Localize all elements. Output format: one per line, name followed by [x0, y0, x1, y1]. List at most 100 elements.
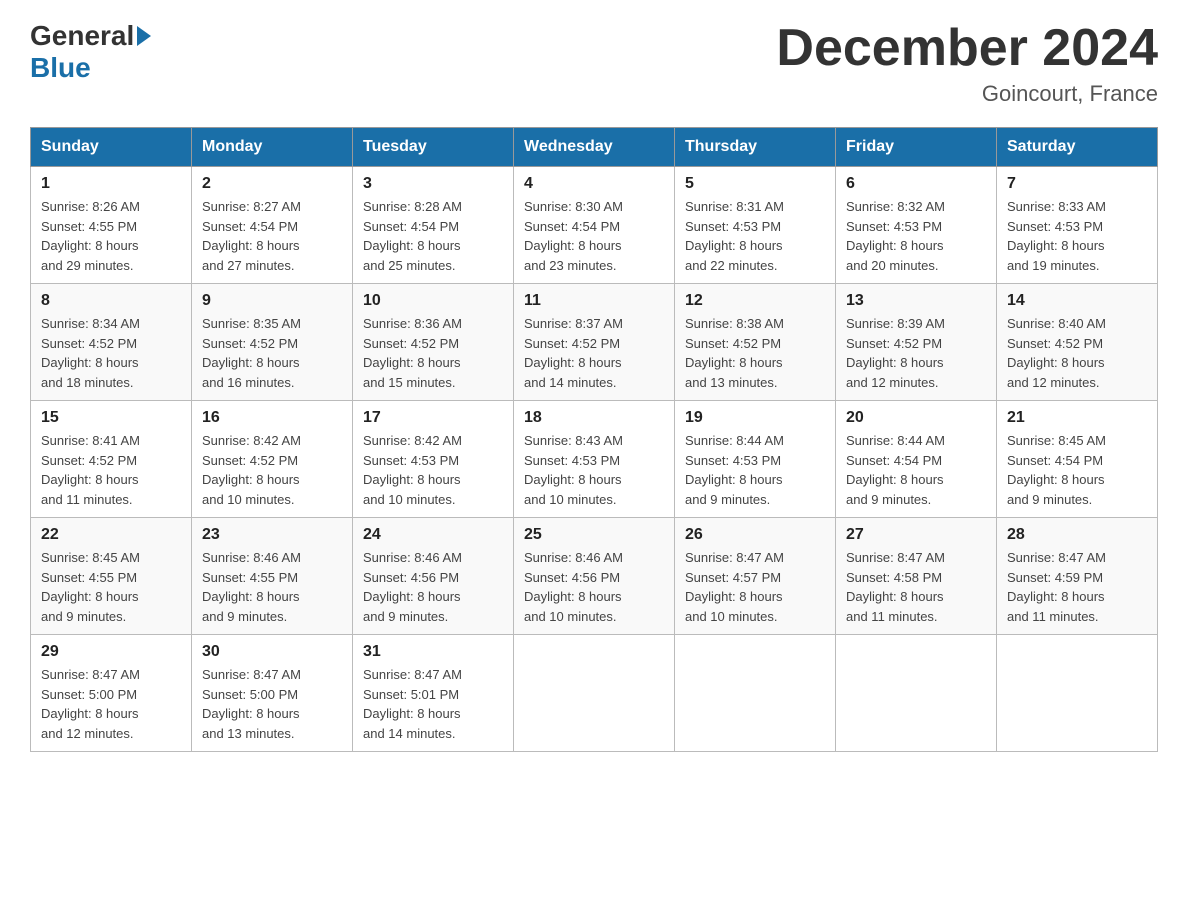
calendar-cell: 31 Sunrise: 8:47 AM Sunset: 5:01 PM Dayl… — [353, 635, 514, 752]
day-info: Sunrise: 8:45 AM Sunset: 4:54 PM Dayligh… — [1007, 431, 1147, 509]
calendar-cell: 11 Sunrise: 8:37 AM Sunset: 4:52 PM Dayl… — [514, 284, 675, 401]
logo-arrow-icon — [137, 26, 151, 46]
calendar-cell: 13 Sunrise: 8:39 AM Sunset: 4:52 PM Dayl… — [836, 284, 997, 401]
day-number: 16 — [202, 409, 342, 427]
day-info: Sunrise: 8:47 AM Sunset: 4:59 PM Dayligh… — [1007, 548, 1147, 626]
day-info: Sunrise: 8:47 AM Sunset: 5:00 PM Dayligh… — [41, 665, 181, 743]
day-info: Sunrise: 8:42 AM Sunset: 4:52 PM Dayligh… — [202, 431, 342, 509]
day-number: 13 — [846, 292, 986, 310]
calendar-header-row: Sunday Monday Tuesday Wednesday Thursday… — [31, 128, 1158, 167]
calendar-cell: 26 Sunrise: 8:47 AM Sunset: 4:57 PM Dayl… — [675, 518, 836, 635]
calendar-cell: 27 Sunrise: 8:47 AM Sunset: 4:58 PM Dayl… — [836, 518, 997, 635]
logo-text: General — [30, 20, 154, 52]
calendar-cell: 1 Sunrise: 8:26 AM Sunset: 4:55 PM Dayli… — [31, 167, 192, 284]
day-number: 27 — [846, 526, 986, 544]
calendar-cell: 9 Sunrise: 8:35 AM Sunset: 4:52 PM Dayli… — [192, 284, 353, 401]
logo-blue-text: Blue — [30, 52, 91, 84]
calendar-table: Sunday Monday Tuesday Wednesday Thursday… — [30, 127, 1158, 752]
day-info: Sunrise: 8:42 AM Sunset: 4:53 PM Dayligh… — [363, 431, 503, 509]
day-number: 19 — [685, 409, 825, 427]
col-thursday: Thursday — [675, 128, 836, 167]
day-info: Sunrise: 8:36 AM Sunset: 4:52 PM Dayligh… — [363, 314, 503, 392]
day-number: 30 — [202, 643, 342, 661]
calendar-cell — [836, 635, 997, 752]
day-number: 24 — [363, 526, 503, 544]
logo-blue: Blue — [30, 52, 91, 83]
day-number: 17 — [363, 409, 503, 427]
day-number: 21 — [1007, 409, 1147, 427]
calendar-cell: 23 Sunrise: 8:46 AM Sunset: 4:55 PM Dayl… — [192, 518, 353, 635]
calendar-cell: 25 Sunrise: 8:46 AM Sunset: 4:56 PM Dayl… — [514, 518, 675, 635]
day-number: 14 — [1007, 292, 1147, 310]
day-number: 12 — [685, 292, 825, 310]
day-info: Sunrise: 8:45 AM Sunset: 4:55 PM Dayligh… — [41, 548, 181, 626]
day-number: 3 — [363, 175, 503, 193]
day-info: Sunrise: 8:47 AM Sunset: 4:57 PM Dayligh… — [685, 548, 825, 626]
day-number: 6 — [846, 175, 986, 193]
location-text: Goincourt, France — [776, 81, 1158, 107]
calendar-cell: 16 Sunrise: 8:42 AM Sunset: 4:52 PM Dayl… — [192, 401, 353, 518]
calendar-cell: 15 Sunrise: 8:41 AM Sunset: 4:52 PM Dayl… — [31, 401, 192, 518]
day-number: 29 — [41, 643, 181, 661]
day-info: Sunrise: 8:44 AM Sunset: 4:53 PM Dayligh… — [685, 431, 825, 509]
calendar-cell: 12 Sunrise: 8:38 AM Sunset: 4:52 PM Dayl… — [675, 284, 836, 401]
calendar-cell: 10 Sunrise: 8:36 AM Sunset: 4:52 PM Dayl… — [353, 284, 514, 401]
calendar-cell: 30 Sunrise: 8:47 AM Sunset: 5:00 PM Dayl… — [192, 635, 353, 752]
calendar-week-row: 8 Sunrise: 8:34 AM Sunset: 4:52 PM Dayli… — [31, 284, 1158, 401]
col-sunday: Sunday — [31, 128, 192, 167]
calendar-week-row: 22 Sunrise: 8:45 AM Sunset: 4:55 PM Dayl… — [31, 518, 1158, 635]
calendar-cell: 24 Sunrise: 8:46 AM Sunset: 4:56 PM Dayl… — [353, 518, 514, 635]
col-wednesday: Wednesday — [514, 128, 675, 167]
day-info: Sunrise: 8:39 AM Sunset: 4:52 PM Dayligh… — [846, 314, 986, 392]
day-info: Sunrise: 8:47 AM Sunset: 5:01 PM Dayligh… — [363, 665, 503, 743]
day-number: 23 — [202, 526, 342, 544]
day-info: Sunrise: 8:37 AM Sunset: 4:52 PM Dayligh… — [524, 314, 664, 392]
calendar-week-row: 29 Sunrise: 8:47 AM Sunset: 5:00 PM Dayl… — [31, 635, 1158, 752]
calendar-week-row: 1 Sunrise: 8:26 AM Sunset: 4:55 PM Dayli… — [31, 167, 1158, 284]
day-info: Sunrise: 8:40 AM Sunset: 4:52 PM Dayligh… — [1007, 314, 1147, 392]
day-info: Sunrise: 8:28 AM Sunset: 4:54 PM Dayligh… — [363, 197, 503, 275]
day-number: 4 — [524, 175, 664, 193]
col-monday: Monday — [192, 128, 353, 167]
page-header: General Blue December 2024 Goincourt, Fr… — [30, 20, 1158, 107]
calendar-cell: 2 Sunrise: 8:27 AM Sunset: 4:54 PM Dayli… — [192, 167, 353, 284]
calendar-cell: 21 Sunrise: 8:45 AM Sunset: 4:54 PM Dayl… — [997, 401, 1158, 518]
logo: General Blue — [30, 20, 154, 84]
calendar-cell: 28 Sunrise: 8:47 AM Sunset: 4:59 PM Dayl… — [997, 518, 1158, 635]
calendar-cell — [997, 635, 1158, 752]
calendar-cell: 19 Sunrise: 8:44 AM Sunset: 4:53 PM Dayl… — [675, 401, 836, 518]
calendar-cell: 29 Sunrise: 8:47 AM Sunset: 5:00 PM Dayl… — [31, 635, 192, 752]
day-info: Sunrise: 8:41 AM Sunset: 4:52 PM Dayligh… — [41, 431, 181, 509]
day-number: 18 — [524, 409, 664, 427]
calendar-cell: 6 Sunrise: 8:32 AM Sunset: 4:53 PM Dayli… — [836, 167, 997, 284]
calendar-cell: 22 Sunrise: 8:45 AM Sunset: 4:55 PM Dayl… — [31, 518, 192, 635]
day-number: 8 — [41, 292, 181, 310]
day-number: 9 — [202, 292, 342, 310]
col-tuesday: Tuesday — [353, 128, 514, 167]
month-title: December 2024 — [776, 20, 1158, 77]
calendar-cell — [675, 635, 836, 752]
day-info: Sunrise: 8:47 AM Sunset: 4:58 PM Dayligh… — [846, 548, 986, 626]
day-number: 26 — [685, 526, 825, 544]
col-saturday: Saturday — [997, 128, 1158, 167]
day-number: 20 — [846, 409, 986, 427]
day-number: 2 — [202, 175, 342, 193]
day-info: Sunrise: 8:46 AM Sunset: 4:55 PM Dayligh… — [202, 548, 342, 626]
day-info: Sunrise: 8:47 AM Sunset: 5:00 PM Dayligh… — [202, 665, 342, 743]
day-number: 15 — [41, 409, 181, 427]
day-info: Sunrise: 8:44 AM Sunset: 4:54 PM Dayligh… — [846, 431, 986, 509]
col-friday: Friday — [836, 128, 997, 167]
calendar-cell: 8 Sunrise: 8:34 AM Sunset: 4:52 PM Dayli… — [31, 284, 192, 401]
calendar-cell: 3 Sunrise: 8:28 AM Sunset: 4:54 PM Dayli… — [353, 167, 514, 284]
calendar-cell: 7 Sunrise: 8:33 AM Sunset: 4:53 PM Dayli… — [997, 167, 1158, 284]
day-info: Sunrise: 8:43 AM Sunset: 4:53 PM Dayligh… — [524, 431, 664, 509]
day-info: Sunrise: 8:32 AM Sunset: 4:53 PM Dayligh… — [846, 197, 986, 275]
calendar-cell: 20 Sunrise: 8:44 AM Sunset: 4:54 PM Dayl… — [836, 401, 997, 518]
calendar-cell: 5 Sunrise: 8:31 AM Sunset: 4:53 PM Dayli… — [675, 167, 836, 284]
day-number: 7 — [1007, 175, 1147, 193]
day-info: Sunrise: 8:30 AM Sunset: 4:54 PM Dayligh… — [524, 197, 664, 275]
day-number: 25 — [524, 526, 664, 544]
calendar-week-row: 15 Sunrise: 8:41 AM Sunset: 4:52 PM Dayl… — [31, 401, 1158, 518]
day-info: Sunrise: 8:46 AM Sunset: 4:56 PM Dayligh… — [363, 548, 503, 626]
logo-general: General — [30, 20, 134, 52]
